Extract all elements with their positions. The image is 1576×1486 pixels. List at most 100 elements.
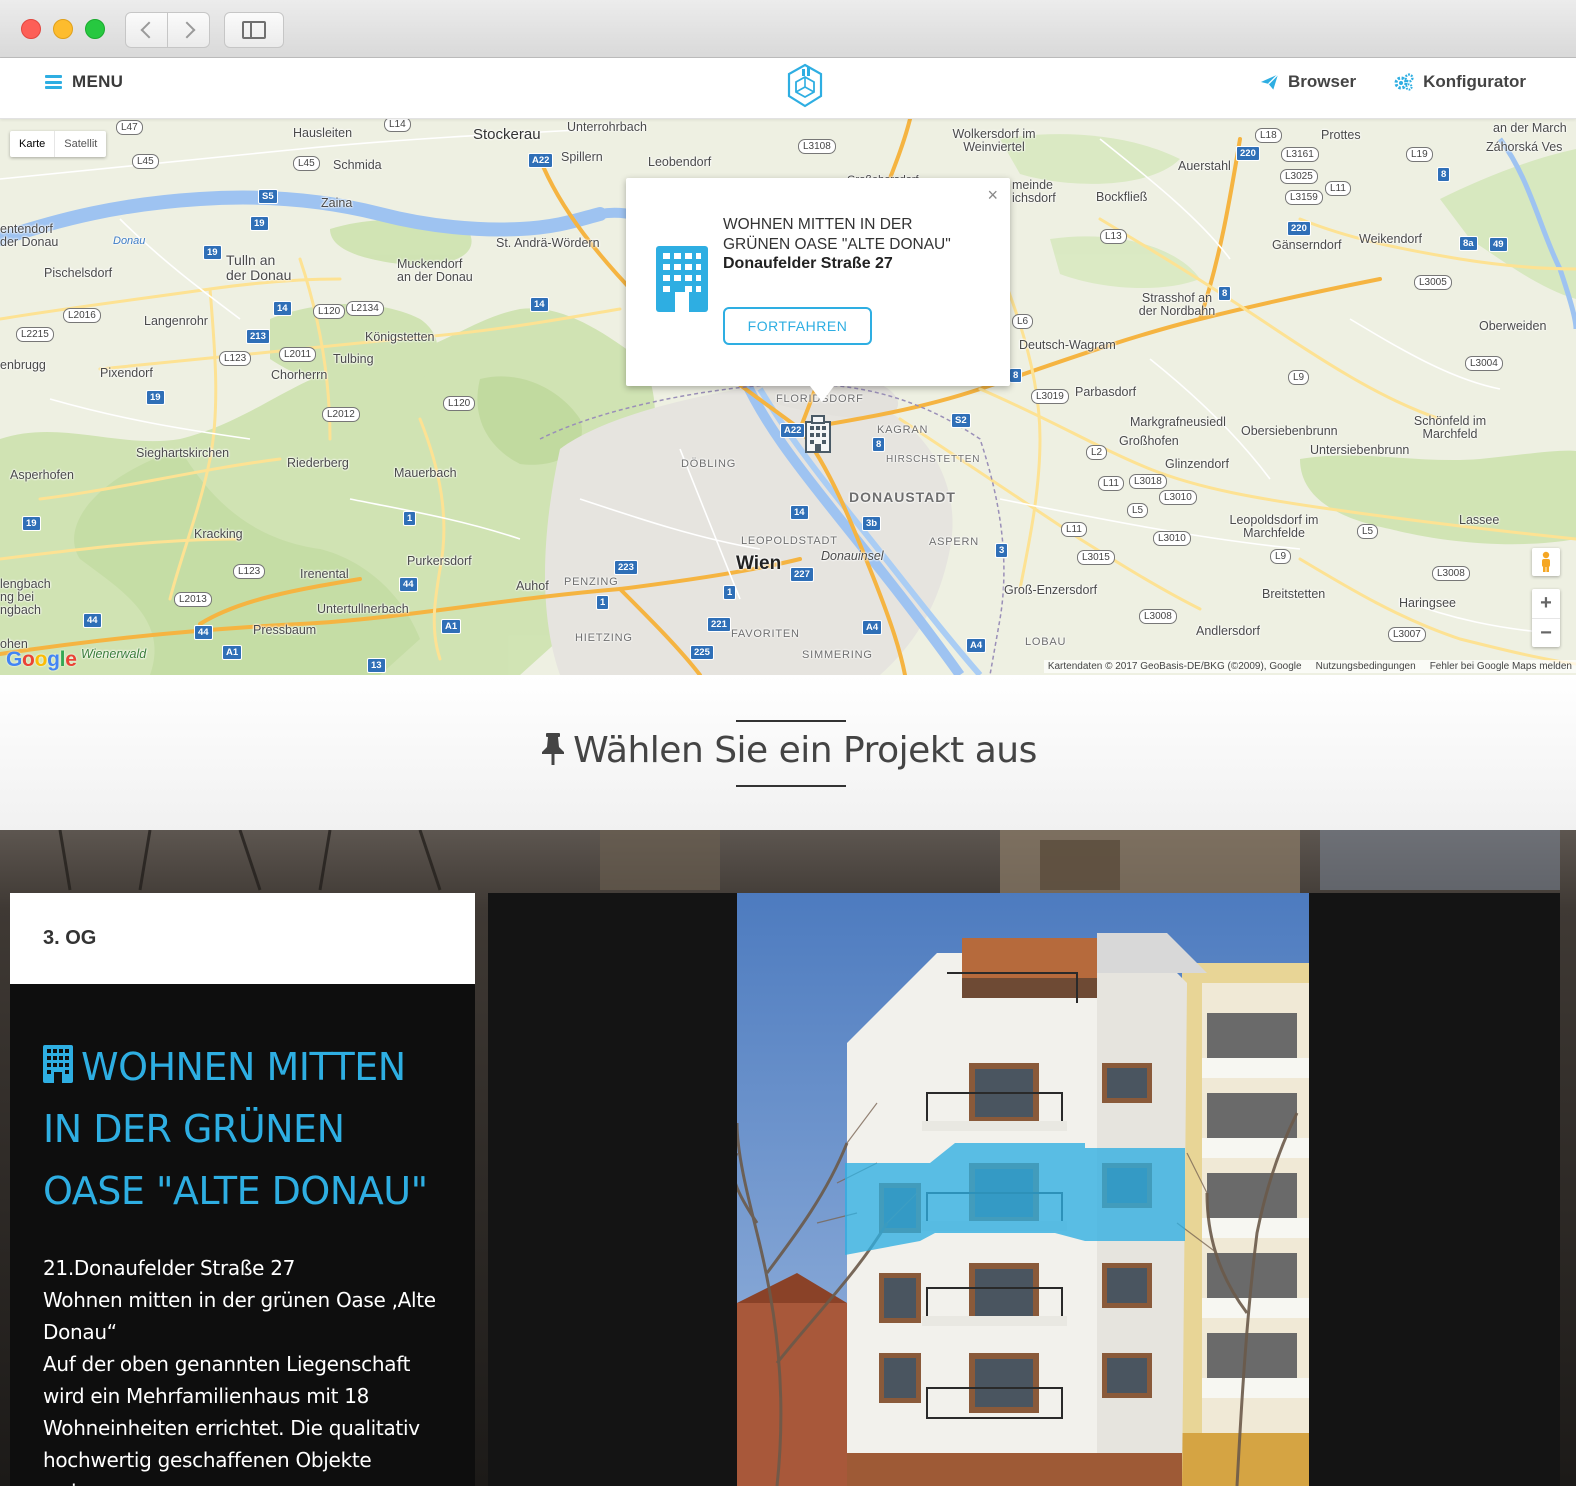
project-panel: 3. OG WOHNEN MITTEN IN DER GRÜNEN OASE "… [0, 830, 1576, 1486]
map-label-zahorska: Záhorská Ves [1486, 140, 1563, 154]
map-type-satellit[interactable]: Satellit [54, 131, 106, 157]
map-label-kagran: KAGRAN [877, 424, 929, 436]
zoom-out-button[interactable]: − [1532, 618, 1560, 647]
zoom-control: + − [1532, 589, 1560, 647]
map-type-control: Karte Satellit [10, 131, 107, 157]
map-label-auhof: Auhof [516, 579, 549, 593]
back-button[interactable] [125, 12, 168, 48]
hamburger-icon [45, 75, 62, 89]
map-label-riederberg: Riederberg [287, 456, 349, 470]
browser-chrome [0, 0, 1576, 58]
map-label-koenigstetten: Königstetten [365, 330, 435, 344]
map-label-penzing: PENZING [564, 576, 619, 588]
window-close-button[interactable] [21, 19, 41, 39]
map-label-spillern: Spillern [561, 150, 603, 164]
header-nav: Browser Konfigurator [1260, 72, 1526, 92]
map-label-schmida: Schmida [333, 158, 382, 172]
map-label-leopoldsdorf: Leopoldsdorf im Marchfelde [1229, 513, 1319, 541]
project-select-section: Wählen Sie ein Projekt aus [0, 675, 1576, 830]
attribution-terms-link[interactable]: Nutzungsbedingungen [1316, 661, 1416, 672]
floor-label: 3. OG [43, 927, 97, 949]
window-minimize-button[interactable] [53, 19, 73, 39]
menu-button[interactable]: MENU [45, 72, 123, 92]
section-title-text: Wählen Sie ein Projekt aus [573, 730, 1037, 771]
section-title: Wählen Sie ein Projekt aus [0, 730, 1576, 771]
building-viewer [488, 893, 1560, 1486]
map-label-markgrafneusiedl: Markgrafneusiedl [1130, 415, 1226, 429]
map-label-wien: Wien [736, 553, 782, 574]
map-label-breitstetten: Breitstetten [1262, 587, 1326, 601]
map-label-marchegg: an der March [1493, 121, 1567, 135]
sidebar-toggle-button[interactable] [224, 12, 284, 48]
map-label-chorherrn: Chorherrn [271, 368, 328, 382]
zoom-in-button[interactable]: + [1532, 589, 1560, 618]
info-window-title: WOHNEN MITTEN IN DER GRÜNEN OASE "ALTE D… [723, 216, 951, 253]
floor-highlight[interactable] [845, 1143, 1185, 1255]
divider [736, 785, 846, 787]
map-label-gross-enzersdorf: Groß-Enzersdorf [1004, 583, 1098, 597]
map-label-gemeinde: meinde ichsdorf [1012, 178, 1056, 206]
project-description: WOHNEN MITTEN IN DER GRÜNEN OASE "ALTE D… [10, 984, 475, 1486]
description-line: Wohnen mitten in der grünen Oase ‚Alte D… [43, 1288, 436, 1344]
map-label-simmering: SIMMERING [802, 649, 873, 661]
map-label-lassee: Lassee [1459, 513, 1500, 527]
gears-icon [1394, 73, 1414, 91]
project-title-text: WOHNEN MITTEN IN DER GRÜNEN OASE "ALTE D… [43, 1045, 428, 1213]
map-label-asperhofen: Asperhofen [10, 468, 74, 482]
nav-konfigurator[interactable]: Konfigurator [1394, 72, 1526, 92]
site-header: MENU Browser Konfigurator [0, 58, 1576, 119]
map-label-schoenfeld: Schönfeld im Marchfeld [1413, 414, 1487, 442]
map-label-enterdorf: entendorf der Donau [0, 222, 59, 250]
paper-plane-icon [1260, 73, 1279, 90]
map-label-irenental: Irenental [300, 567, 349, 581]
attribution-data: Kartendaten © 2017 GeoBasis-DE/BKG (©200… [1047, 661, 1302, 672]
map-label-langenrohr: Langenrohr [144, 314, 208, 328]
map-label-kracking: Kracking [194, 527, 243, 541]
map-type-karte[interactable]: Karte [10, 131, 54, 157]
street-view-button[interactable] [1532, 548, 1560, 576]
building-icon [43, 1045, 73, 1083]
building-icon [656, 246, 708, 312]
project-description-text: 21.Donaufelder Straße 27 Wohnen mitten i… [43, 1252, 442, 1486]
map-label-haringsee: Haringsee [1399, 596, 1456, 610]
map-label-oberweiden: Oberweiden [1479, 319, 1547, 333]
map-label-enbrugg: enbrugg [0, 358, 46, 372]
attribution-report-link[interactable]: Fehler bei Google Maps melden [1430, 661, 1572, 672]
floor-tab[interactable]: 3. OG [10, 893, 475, 984]
map-label-mauerbach: Mauerbach [394, 466, 457, 480]
chevron-left-icon [140, 21, 157, 39]
logo[interactable] [786, 63, 824, 109]
map-label-parbasdorf: Parbasdorf [1075, 385, 1137, 399]
map-label-leopoldstadt: LEOPOLDSTADT [741, 535, 838, 547]
map-label-wienerwald: Wienerwald [81, 647, 147, 661]
close-icon[interactable]: × [987, 186, 998, 204]
map-label-zaina: Zaina [321, 196, 353, 210]
info-window-address: Donaufelder Straße 27 [723, 255, 893, 272]
map-label-tulbing: Tulbing [333, 352, 374, 366]
map-label-muckendorf: Muckendorf an der Donau [397, 257, 473, 285]
map-label-pressbaum: Pressbaum [253, 623, 317, 637]
google-logo: Google [6, 648, 77, 671]
forward-button[interactable] [168, 12, 210, 48]
map-label-sieghartskirchen: Sieghartskirchen [136, 446, 230, 460]
map-label-lengbach: lengbach ng bei ngbach [0, 577, 51, 618]
pegman-icon [1542, 551, 1550, 572]
map[interactable]: Hausleiten Stockerau Unterrohrbach Spill… [0, 119, 1576, 675]
map-label-obersiebenbrunn: Obersiebenbrunn [1241, 424, 1338, 438]
project-title: WOHNEN MITTEN IN DER GRÜNEN OASE "ALTE D… [43, 1036, 442, 1222]
map-label-pixendorf: Pixendorf [100, 366, 153, 380]
chevron-right-icon [178, 21, 195, 39]
map-label-glinzendorf: Glinzendorf [1165, 457, 1229, 471]
nav-browser[interactable]: Browser [1260, 72, 1356, 92]
project-marker-icon[interactable] [800, 414, 836, 454]
map-attribution: Kartendaten © 2017 GeoBasis-DE/BKG (©200… [1043, 660, 1576, 673]
window-maximize-button[interactable] [85, 19, 105, 39]
pushpin-icon [542, 733, 565, 765]
map-label-wolkersdorf: Wolkersdorf im Weinviertel [952, 127, 1036, 155]
map-label-strasshof: Strasshof an der Nordbahn [1138, 291, 1216, 319]
map-label-deutsch-wagram: Deutsch-Wagram [1019, 338, 1116, 352]
fortfahren-button[interactable]: FORTFAHREN [723, 307, 872, 345]
map-label-st-andrae: St. Andrä-Wördern [496, 236, 600, 250]
map-info-window: × WOHNEN MITTEN IN DER GRÜNEN OASE "ALTE… [626, 178, 1010, 402]
map-label-untertullnerbach: Untertullnerbach [317, 602, 409, 616]
